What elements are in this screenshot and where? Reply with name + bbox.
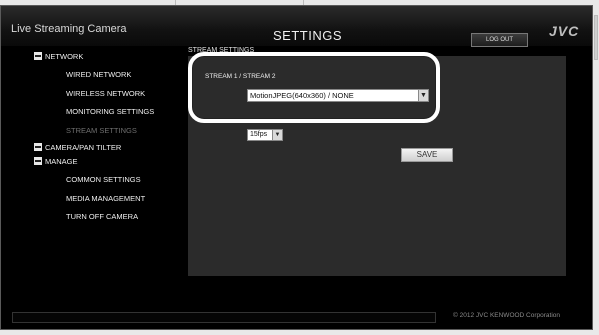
nav-section-manage[interactable]: MANAGE [34,157,78,166]
nav-section-label: MANAGE [45,157,78,166]
nav-section-network[interactable]: NETWORK [34,52,83,61]
nav-item-turn-off-camera[interactable]: TURN OFF CAMERA [66,212,138,221]
status-bar [12,312,436,323]
nav-item-media-management[interactable]: MEDIA MANAGEMENT [66,194,145,203]
save-button[interactable]: SAVE [401,148,453,162]
logout-button[interactable]: LOG OUT [471,33,528,47]
nav-item-wireless-network[interactable]: WIRELESS NETWORK [66,89,145,98]
collapse-icon[interactable] [34,143,42,152]
app-title: Live Streaming Camera [11,23,127,35]
jvc-logo: JVC [549,23,580,39]
header-bar: Live Streaming Camera SETTINGS LOG OUT J… [1,6,592,47]
nav-item-stream-settings[interactable]: STREAM SETTINGS [66,126,137,135]
nav-item-common-settings[interactable]: COMMON SETTINGS [66,175,141,184]
nav-section-camera-pan-tilter[interactable]: CAMERA/PAN TILTER [34,143,121,152]
fps-select[interactable]: 15fps ▼ [247,129,283,141]
copyright-text: © 2012 JVC KENWOOD Corporation [453,312,561,319]
nav-item-wired-network[interactable]: WIRED NETWORK [66,70,131,79]
scrollbar-thumb[interactable] [594,15,598,60]
highlight-callout [188,52,440,123]
chevron-down-icon[interactable]: ▼ [272,130,282,140]
collapse-icon[interactable] [34,157,42,166]
collapse-icon[interactable] [34,52,42,61]
vertical-scrollbar[interactable] [593,5,599,335]
nav-section-label: NETWORK [45,52,84,61]
fps-select-value: 15fps [250,131,268,138]
nav-item-monitoring-settings[interactable]: MONITORING SETTINGS [66,107,154,116]
nav-section-label: CAMERA/PAN TILTER [45,143,122,152]
page-title: SETTINGS [273,28,343,43]
browser-bottom-strip [0,330,599,335]
